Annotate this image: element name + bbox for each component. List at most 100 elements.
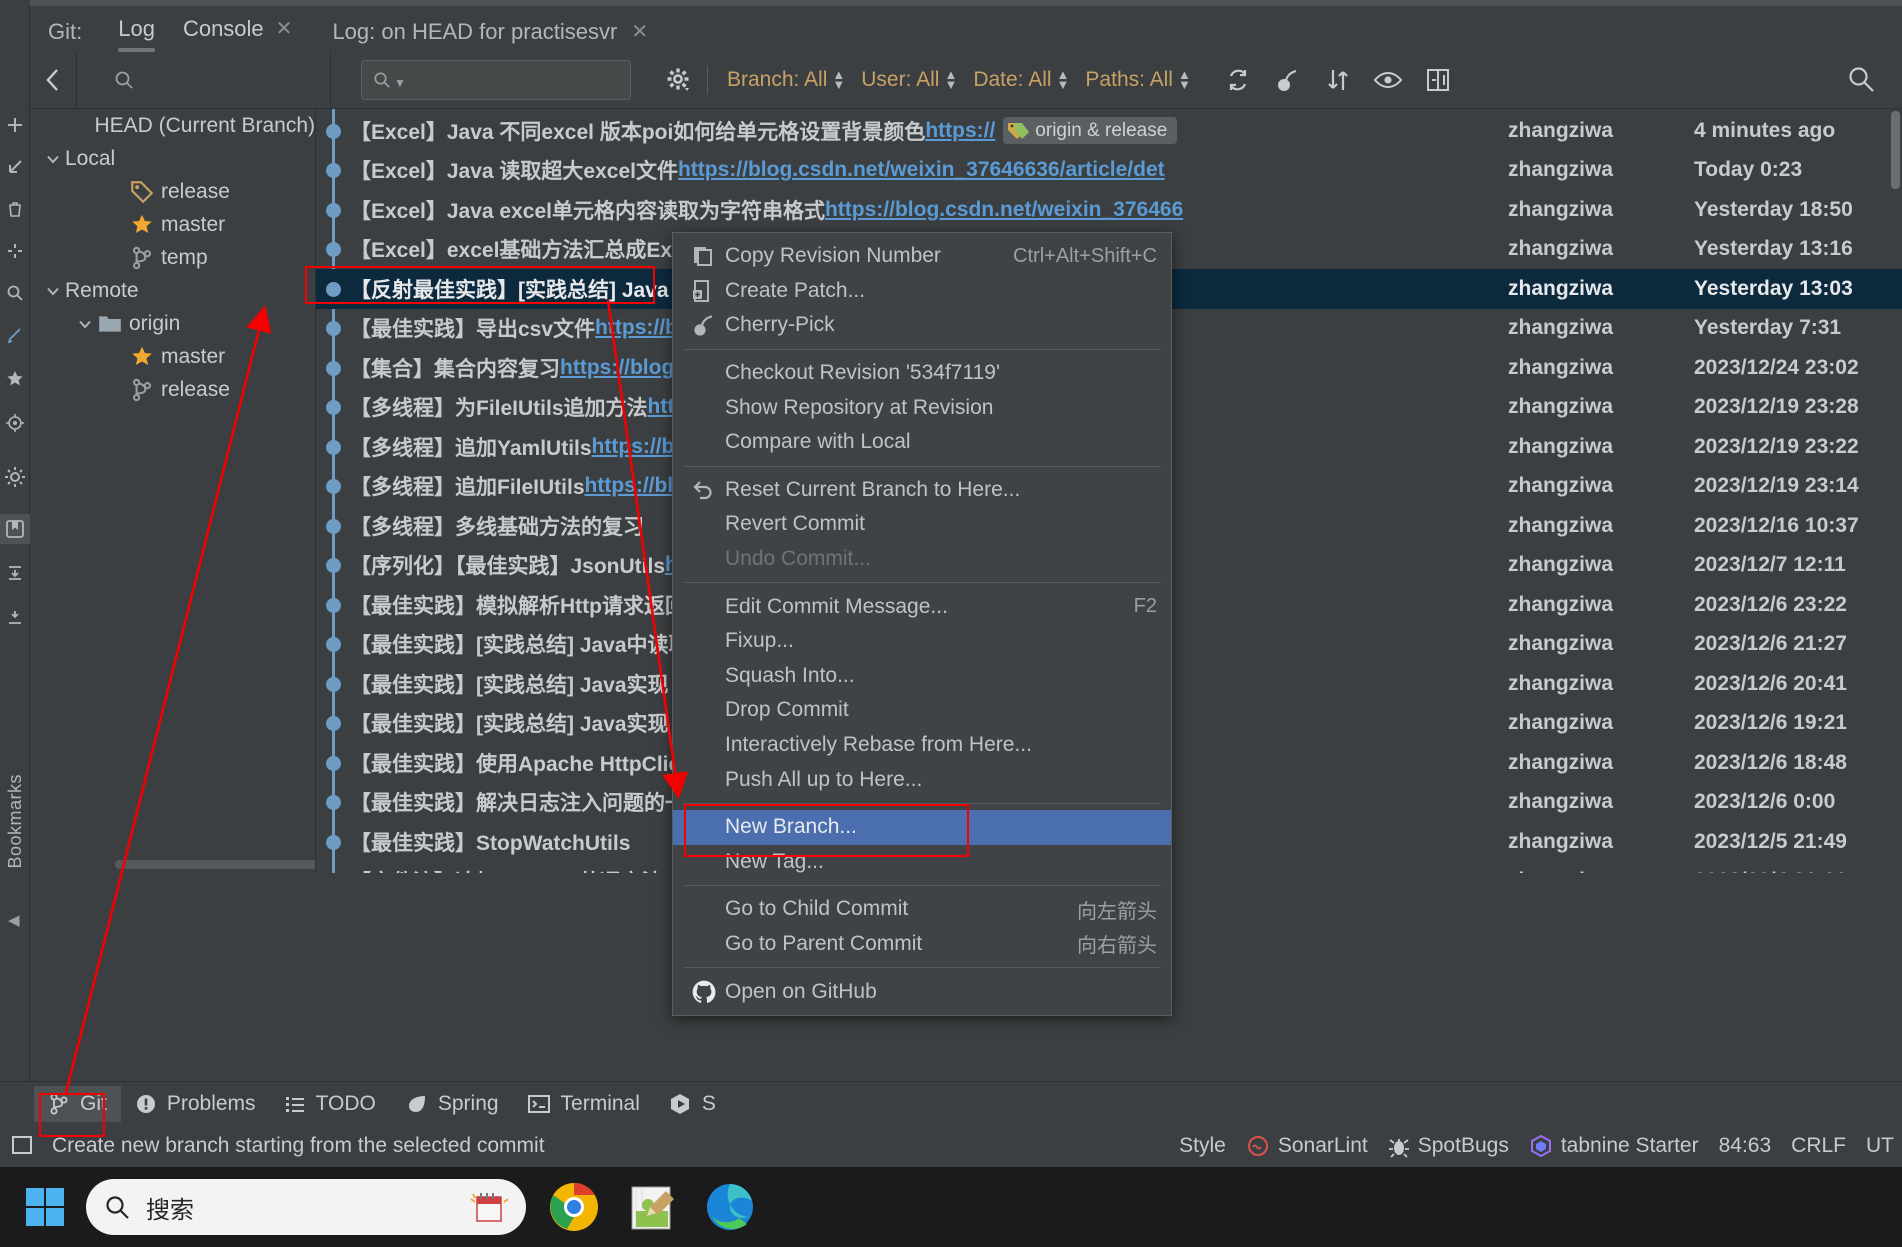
tree-item-origin[interactable]: origin <box>31 307 315 340</box>
menu-item-undo-commit[interactable]: Undo Commit... <box>673 542 1171 577</box>
tree-item-temp[interactable]: temp <box>31 241 315 274</box>
star-icon[interactable] <box>0 364 30 394</box>
status-sonarlint[interactable]: SonarLint <box>1246 1134 1368 1158</box>
back-chevron-icon[interactable] <box>30 67 76 93</box>
collapse-icon[interactable] <box>0 236 30 266</box>
tool-button-services[interactable]: S <box>654 1086 730 1122</box>
menu-item-cherry-pick[interactable]: Cherry-Pick <box>673 308 1171 343</box>
commit-link[interactable]: https://blog. <box>560 356 680 380</box>
commit-context-menu[interactable]: Copy Revision Number Ctrl+Alt+Shift+C Crea… <box>672 232 1172 1016</box>
expand-all-icon[interactable] <box>0 558 30 588</box>
filter-user[interactable]: User: All ▲ ▼ <box>856 66 962 94</box>
menu-item-checkout-revision-534f7119[interactable]: Checkout Revision '534f7119' <box>673 356 1171 391</box>
target-icon[interactable] <box>0 408 30 438</box>
collapse-arrows-icon[interactable] <box>1322 64 1354 96</box>
tool-button-git[interactable]: Git <box>34 1085 121 1122</box>
chrome-icon[interactable] <box>544 1177 604 1237</box>
collapse-all-icon[interactable] <box>0 602 30 632</box>
taskbar-search-input[interactable]: 搜索 <box>86 1179 526 1235</box>
close-icon[interactable]: ✕ <box>276 19 293 39</box>
status-caret-position[interactable]: 84:63 <box>1719 1134 1772 1158</box>
vertical-scrollbar[interactable] <box>1891 111 1900 189</box>
bookmarks-tool-button[interactable]: Bookmarks <box>0 741 30 901</box>
menu-item-compare-with-local[interactable]: Compare with Local <box>673 425 1171 460</box>
refresh-icon[interactable] <box>1222 64 1254 96</box>
tool-button-spring[interactable]: Spring <box>390 1086 513 1122</box>
search-icon[interactable] <box>0 278 30 308</box>
menu-item-open-on-github[interactable]: Open on GitHub <box>673 974 1171 1009</box>
bookmark-flag-icon[interactable] <box>0 514 30 544</box>
status-style-label[interactable]: Style <box>1179 1134 1226 1158</box>
table-row[interactable]: 【Excel】Java excel单元格内容读取为字符串格式 https://b… <box>316 190 1902 230</box>
ref-label[interactable]: origin & release <box>1003 117 1178 145</box>
tool-button-terminal[interactable]: Terminal <box>513 1086 654 1122</box>
delete-icon[interactable] <box>0 194 30 224</box>
edit-pencil-icon[interactable] <box>0 320 30 350</box>
close-icon[interactable]: ✕ <box>631 22 648 42</box>
menu-item-edit-commit-message[interactable]: Edit Commit Message... F2 <box>673 589 1171 624</box>
commit-link[interactable]: https://blog.csdn.net/weixin_376466 <box>825 198 1183 222</box>
tree-item-local[interactable]: Local <box>31 142 315 175</box>
menu-item-drop-commit[interactable]: Drop Commit <box>673 693 1171 728</box>
commit-link[interactable]: https:// <box>925 119 995 143</box>
search-icon[interactable] <box>1846 64 1876 99</box>
tree-search-field[interactable] <box>76 52 331 108</box>
status-encoding[interactable]: UT <box>1866 1134 1894 1158</box>
menu-item-create-patch[interactable]: Create Patch... <box>673 274 1171 309</box>
status-spotbugs[interactable]: SpotBugs <box>1388 1134 1509 1158</box>
menu-item-revert-commit[interactable]: Revert Commit <box>673 507 1171 542</box>
chevron-down-icon[interactable] <box>41 283 65 299</box>
window-layout-icon[interactable] <box>10 1133 36 1159</box>
commit-link[interactable]: https://blo <box>585 474 686 498</box>
search-input[interactable]: ▼ <box>361 60 631 100</box>
chevron-left-icon[interactable]: ◀ <box>8 911 20 929</box>
table-row[interactable]: 【Excel】Java 读取超大excel文件 https://blog.csd… <box>316 151 1902 191</box>
tree-item-release[interactable]: release <box>31 175 315 208</box>
tool-button-todo[interactable]: TODO <box>270 1086 390 1122</box>
menu-item-go-to-child-commit[interactable]: Go to Child Commit 向左箭头 <box>673 892 1171 927</box>
commit-link[interactable]: https://blog.csdn.net/weixin_37646636/ar… <box>678 158 1165 182</box>
add-icon[interactable] <box>0 110 30 140</box>
show-diff-icon[interactable] <box>1422 64 1454 96</box>
menu-item-copy-revision-number[interactable]: Copy Revision Number Ctrl+Alt+Shift+C <box>673 239 1171 274</box>
menu-item-show-repository-at-revision[interactable]: Show Repository at Revision <box>673 390 1171 425</box>
tree-item-master[interactable]: master <box>31 340 315 373</box>
tool-button-problems[interactable]: Problems <box>121 1086 270 1122</box>
branch-tree[interactable]: HEAD (Current Branch) Local release master t… <box>31 108 316 873</box>
tree-item-head-current-branch[interactable]: HEAD (Current Branch) <box>31 109 315 142</box>
gear-icon[interactable] <box>0 462 30 492</box>
status-line-separator[interactable]: CRLF <box>1791 1134 1846 1158</box>
notepad-icon[interactable] <box>622 1177 682 1237</box>
tab-log[interactable]: Log <box>104 10 169 54</box>
eye-icon[interactable] <box>1372 64 1404 96</box>
commit-link[interactable]: https://b <box>592 435 675 459</box>
chevron-down-icon[interactable]: ▼ <box>394 76 406 90</box>
menu-item-go-to-parent-commit[interactable]: Go to Parent Commit 向右箭头 <box>673 927 1171 962</box>
gear-icon[interactable] <box>661 67 697 93</box>
status-tabnine[interactable]: tabnine Starter <box>1529 1134 1699 1158</box>
table-row[interactable]: 【Excel】Java 不同excel 版本poi如何给单元格设置背景颜色 ht… <box>316 111 1902 151</box>
chevron-down-icon[interactable] <box>73 316 97 332</box>
edge-icon[interactable] <box>700 1177 760 1237</box>
menu-item-interactively-rebase-from-here[interactable]: Interactively Rebase from Here... <box>673 728 1171 763</box>
tree-item-master[interactable]: master <box>31 208 315 241</box>
status-message: Create new branch starting from the sele… <box>52 1134 545 1157</box>
tree-item-remote[interactable]: Remote <box>31 274 315 307</box>
start-button-icon[interactable] <box>22 1184 68 1230</box>
filter-paths[interactable]: Paths: All ▲ ▼ <box>1080 66 1195 94</box>
commit-link[interactable]: https://bl <box>595 316 684 340</box>
menu-item-new-tag[interactable]: New Tag... <box>673 845 1171 880</box>
cherry-pick-icon[interactable] <box>1272 64 1304 96</box>
horizontal-scrollbar[interactable] <box>115 860 315 869</box>
menu-item-reset-current-branch-to-here[interactable]: Reset Current Branch to Here... <box>673 473 1171 508</box>
menu-item-new-branch[interactable]: New Branch... <box>673 809 1171 845</box>
menu-item-push-all-up-to-here[interactable]: Push All up to Here... <box>673 762 1171 797</box>
menu-item-squash-into[interactable]: Squash Into... <box>673 659 1171 694</box>
diff-arrow-icon[interactable] <box>0 152 30 182</box>
filter-branch[interactable]: Branch: All ▲ ▼ <box>722 66 850 94</box>
tab-console[interactable]: Console ✕ <box>169 10 306 54</box>
tree-item-release[interactable]: release <box>31 373 315 406</box>
filter-date[interactable]: Date: All ▲ ▼ <box>968 66 1074 94</box>
menu-item-fixup[interactable]: Fixup... <box>673 624 1171 659</box>
chevron-down-icon[interactable] <box>41 151 65 167</box>
